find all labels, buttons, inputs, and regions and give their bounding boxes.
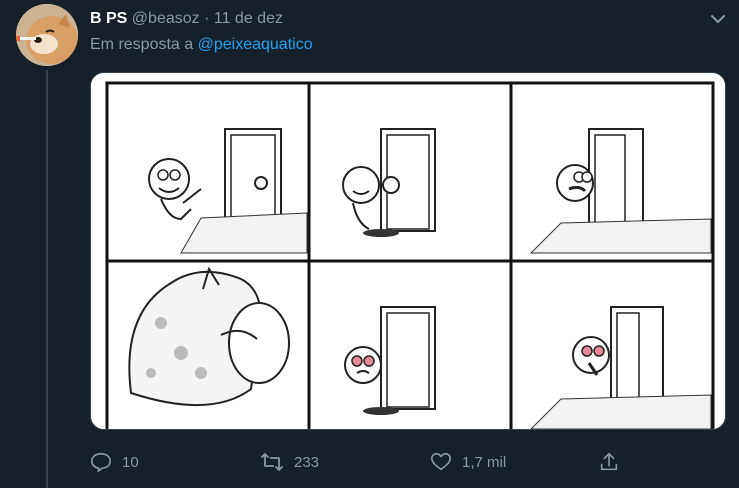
dog-avatar-image	[16, 4, 78, 66]
tweet-header: B PS @beasoz · 11 de dez	[90, 9, 283, 29]
tweet-menu-button[interactable]	[706, 9, 730, 29]
reply-mention-link[interactable]: @peixeaquatico	[198, 36, 313, 53]
tweet: B PS @beasoz · 11 de dez Em resposta a @…	[0, 0, 739, 488]
reply-icon	[91, 452, 111, 472]
like-count: 1,7 mil	[462, 453, 507, 471]
chevron-down-icon	[711, 15, 725, 23]
retweet-button[interactable]: 233	[260, 448, 319, 476]
share-button[interactable]	[598, 448, 620, 476]
like-button[interactable]: 1,7 mil	[430, 448, 506, 476]
tweet-actions: 10 233 1,7 mil	[90, 448, 650, 476]
retweet-icon	[261, 453, 283, 471]
thread-line	[46, 70, 48, 488]
reply-prefix: Em resposta a	[90, 36, 194, 53]
author-name[interactable]: B PS	[90, 10, 127, 27]
separator: ·	[204, 10, 210, 27]
reply-count: 10	[122, 453, 139, 471]
avatar[interactable]	[16, 4, 78, 66]
comic-strip-image	[91, 73, 725, 429]
retweet-count: 233	[294, 453, 320, 471]
author-handle[interactable]: @beasoz	[132, 10, 200, 27]
tweet-date[interactable]: 11 de dez	[214, 10, 283, 27]
heart-icon	[431, 452, 451, 471]
tweet-media-image[interactable]	[90, 72, 726, 430]
share-icon	[600, 452, 618, 471]
reply-context: Em resposta a @peixeaquatico	[90, 36, 313, 54]
reply-button[interactable]: 10	[90, 448, 139, 476]
